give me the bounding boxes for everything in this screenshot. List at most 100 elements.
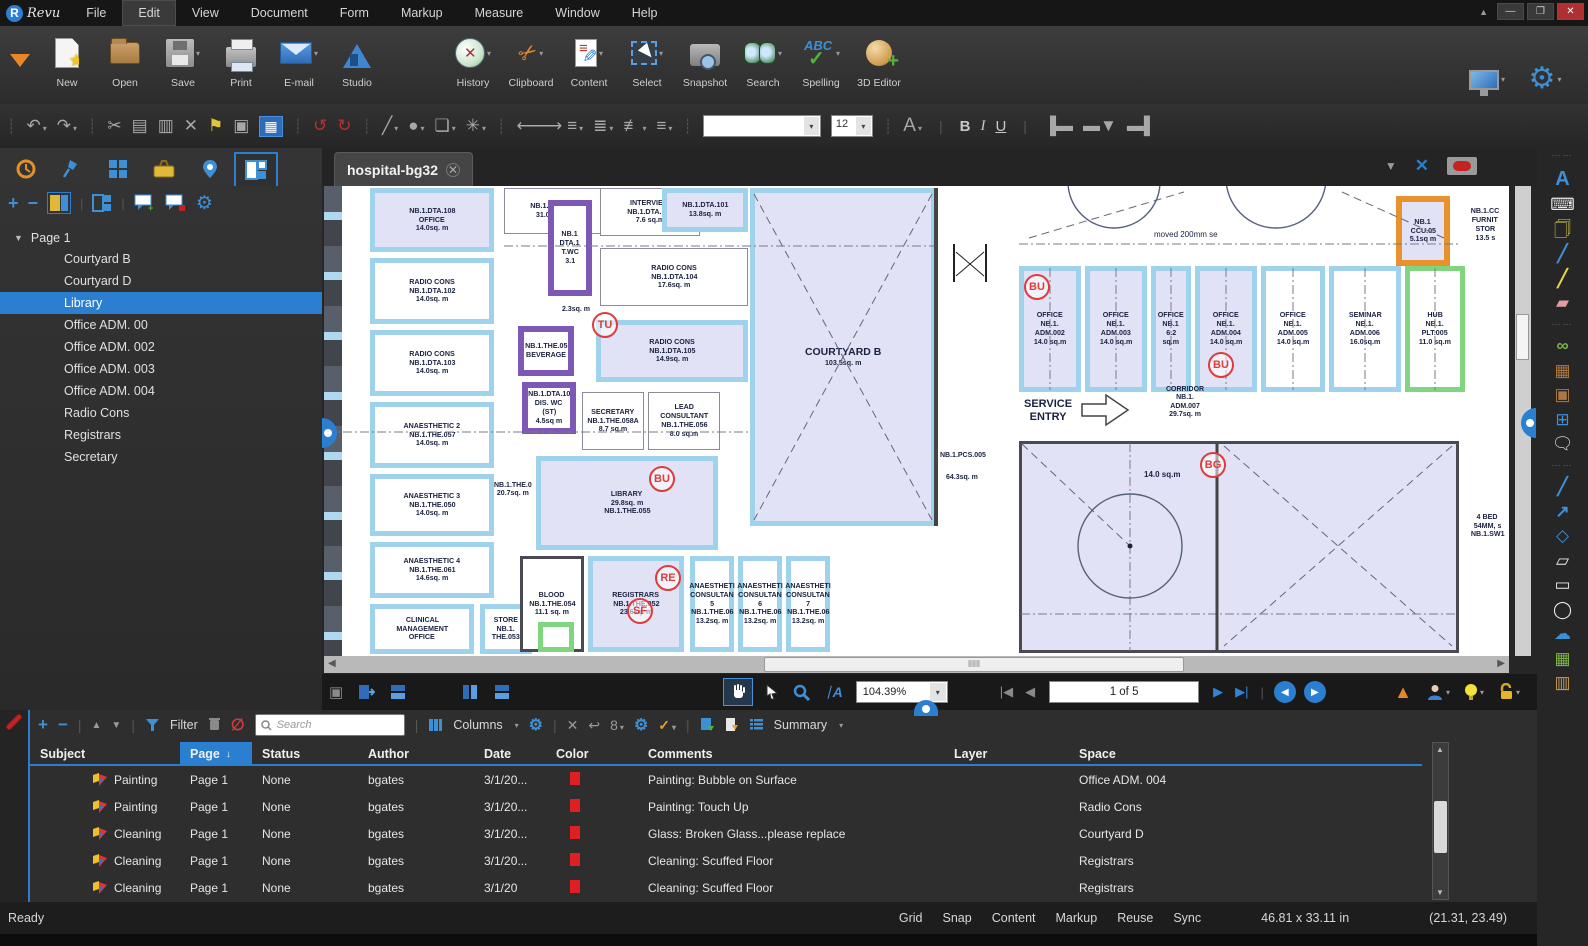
eraser-tool-icon[interactable]: ▰: [1556, 294, 1569, 311]
hatch-tool-icon[interactable]: ✳ ▾: [466, 116, 486, 136]
upload-changes-icon[interactable]: ▲: [1394, 682, 1412, 703]
room-secretary-nb1the058a[interactable]: SECRETARY NB.1.THE.058A 8.7 sq.m: [582, 392, 644, 450]
pen-tool-icon[interactable]: ╱: [1557, 245, 1567, 262]
menu-edit[interactable]: Edit: [122, 0, 176, 26]
profile-button[interactable]: ▾: [1426, 683, 1450, 701]
pan-tool-button[interactable]: [723, 678, 754, 706]
underline-icon[interactable]: U: [995, 118, 1006, 135]
markup-row-3[interactable]: Cleaning Page 1 None bgates 3/1/20... Glass: …: [30, 820, 1422, 847]
pages-tool-icon[interactable]: ❏ ▾: [435, 116, 456, 136]
markup-row-4[interactable]: Cleaning Page 1 None bgates 3/1/20... Cleanin…: [30, 847, 1422, 874]
column-header-layer[interactable]: Layer: [944, 747, 1069, 761]
ellipse-tool-icon[interactable]: ● ▾: [408, 116, 424, 136]
room-radio-cons-102[interactable]: RADIO CONS NB.1.DTA.102 14.0sq. m: [370, 258, 494, 324]
space-item-registrars[interactable]: Registrars: [0, 424, 322, 446]
align-right-icon[interactable]: ▬▌: [1127, 116, 1156, 136]
flip-left-icon[interactable]: ↺: [313, 116, 327, 136]
summary-button[interactable]: [749, 717, 764, 733]
tab-pin[interactable]: [50, 152, 94, 186]
next-view-button[interactable]: ▶: [1303, 681, 1326, 703]
document-tab[interactable]: hospital-bg32 ✕: [334, 152, 474, 186]
space-item-secretary[interactable]: Secretary: [0, 446, 322, 468]
open-button[interactable]: Open: [96, 26, 154, 89]
note-tool-icon[interactable]: 🗍: [1554, 221, 1571, 238]
floorplan-canvas[interactable]: NB.1.DTA.108 OFFICE 14.0sq. m RADIO CONS NB.…: [324, 186, 1509, 656]
menu-form[interactable]: Form: [324, 0, 385, 26]
arrow-markup-tool-icon[interactable]: ↗: [1555, 503, 1569, 520]
markup-row-5[interactable]: Cleaning Page 1 None bgates 3/1/20 Cleaning: …: [30, 874, 1422, 900]
restore-button[interactable]: ❐: [1527, 3, 1554, 20]
room-radio-cons-104[interactable]: RADIO CONS NB.1.DTA.104 17.6sq. m: [600, 248, 748, 306]
text-select-button[interactable]: ᛁA: [824, 684, 843, 700]
3d-editor-button[interactable]: 3D Editor: [850, 26, 908, 89]
tab-close-icon[interactable]: ✕: [446, 162, 461, 177]
import-markups-icon[interactable]: [700, 717, 715, 733]
email-button[interactable]: ▾ E-mail: [270, 26, 328, 89]
room-office-62[interactable]: OFFICE NB.1 6.2 sq.m: [1151, 266, 1191, 392]
add-row-button[interactable]: +: [38, 715, 48, 735]
move-down-icon[interactable]: ▼: [111, 720, 121, 731]
menu-window[interactable]: Window: [539, 0, 615, 26]
room-office-adm002[interactable]: OFFICE NB.1. ADM.002 14.0 sq.m: [1019, 266, 1081, 392]
room-twc-nb1dta[interactable]: NB.1 DTA.1 T.WC 3.1: [548, 200, 592, 296]
font-family-select[interactable]: ▾: [702, 115, 821, 137]
bold-icon[interactable]: B: [960, 118, 971, 135]
menu-markup[interactable]: Markup: [385, 0, 459, 26]
room-anaesthetic-consultant-6[interactable]: ANAESTHETI CONSULTAN 6 NB.1.THE.06 13.2sq. m: [737, 556, 783, 652]
cloud-tool-icon[interactable]: ☁: [1554, 625, 1571, 642]
room-office-adm003[interactable]: OFFICE NB.1. ADM.003 14.0 sq.m: [1085, 266, 1147, 392]
single-page-icon[interactable]: [357, 683, 376, 701]
font-size-select[interactable]: 12 ▾: [830, 115, 873, 137]
split-vertical-icon[interactable]: [461, 683, 479, 701]
polyline-tool-icon[interactable]: ◇: [1556, 527, 1569, 544]
column-header-color[interactable]: Color: [546, 747, 638, 761]
save-button[interactable]: ▾ Save: [154, 26, 212, 89]
status-toggle-grid[interactable]: Grid: [899, 911, 923, 925]
toolbar-overflow-icon[interactable]: [10, 54, 30, 67]
rectangle-tool-icon[interactable]: ▭: [1554, 576, 1570, 593]
markups-scroll-thumb[interactable]: [1434, 801, 1447, 853]
number-list-icon[interactable]: ≣ ▾: [593, 116, 613, 136]
vscroll-thumb[interactable]: [1516, 314, 1529, 360]
room-anaesthetic-consultant-7[interactable]: ANAESTHETI CONSULTAN 7 NB.1.THE.06 13.2sq. m: [785, 556, 831, 652]
status-toggle-reuse[interactable]: Reuse: [1117, 911, 1153, 925]
indent-icon[interactable]: ≡ ▾: [656, 116, 672, 136]
space-item-radio-cons[interactable]: Radio Cons: [0, 402, 322, 424]
measure-tool-icon[interactable]: ▥: [1554, 674, 1570, 691]
room-seminar-adm006[interactable]: SEMINAR NB.1. ADM.006 16.0sq.m: [1329, 266, 1401, 392]
clear-filter-icon[interactable]: [208, 716, 221, 734]
remove-markup-from-space-button[interactable]: [165, 194, 187, 212]
space-item-office-adm-003[interactable]: Office ADM. 003: [0, 358, 322, 380]
remove-row-button[interactable]: −: [58, 715, 68, 735]
status-toggle-content[interactable]: Content: [992, 911, 1036, 925]
spaces-settings-icon[interactable]: ⚙: [196, 194, 213, 213]
menu-document[interactable]: Document: [235, 0, 324, 26]
polygon-tool-icon[interactable]: ▱: [1556, 552, 1569, 569]
remove-space-button[interactable]: −: [28, 193, 39, 214]
outdent-icon[interactable]: ≢ ▾: [623, 116, 646, 136]
next-page-icon[interactable]: ▶: [1213, 684, 1223, 700]
tab-thumbnails[interactable]: [96, 152, 140, 186]
record-button[interactable]: [1447, 157, 1477, 175]
status-toggle-snap[interactable]: Snap: [943, 911, 972, 925]
content-button[interactable]: ✎▾ Content: [560, 26, 618, 89]
add-space-button[interactable]: +: [8, 193, 19, 214]
space-item-courtyard-b[interactable]: Courtyard B: [0, 248, 322, 270]
typewriter-tool-icon[interactable]: ⌨: [1550, 196, 1575, 213]
stamp-icon[interactable]: ▦: [259, 115, 283, 137]
add-markup-to-space-button[interactable]: +: [134, 194, 156, 212]
tree-collapse-icon[interactable]: ▼: [14, 233, 23, 243]
last-page-icon[interactable]: ▶|: [1235, 684, 1248, 700]
room-bed-room-right[interactable]: 4 BED 54MM, s NB.1.SW1: [1466, 486, 1509, 566]
markups-panel-tab[interactable]: [0, 710, 30, 902]
scroll-up-icon[interactable]: ▲: [1436, 745, 1444, 754]
link-tool-icon[interactable]: ∞: [1556, 337, 1568, 354]
tab-properties[interactable]: [4, 152, 48, 186]
redo-icon[interactable]: ↷ ▾: [57, 116, 77, 136]
attach-tool-icon[interactable]: ▣: [1554, 386, 1570, 403]
export-markups-icon[interactable]: [725, 717, 739, 733]
status-toggle-sync[interactable]: Sync: [1173, 911, 1201, 925]
column-header-comments[interactable]: Comments: [638, 747, 944, 761]
room-office-adm004[interactable]: OFFICE NB.1. ADM.004 14.0 sq.m: [1195, 266, 1257, 392]
cut-icon[interactable]: ✂: [107, 116, 121, 136]
